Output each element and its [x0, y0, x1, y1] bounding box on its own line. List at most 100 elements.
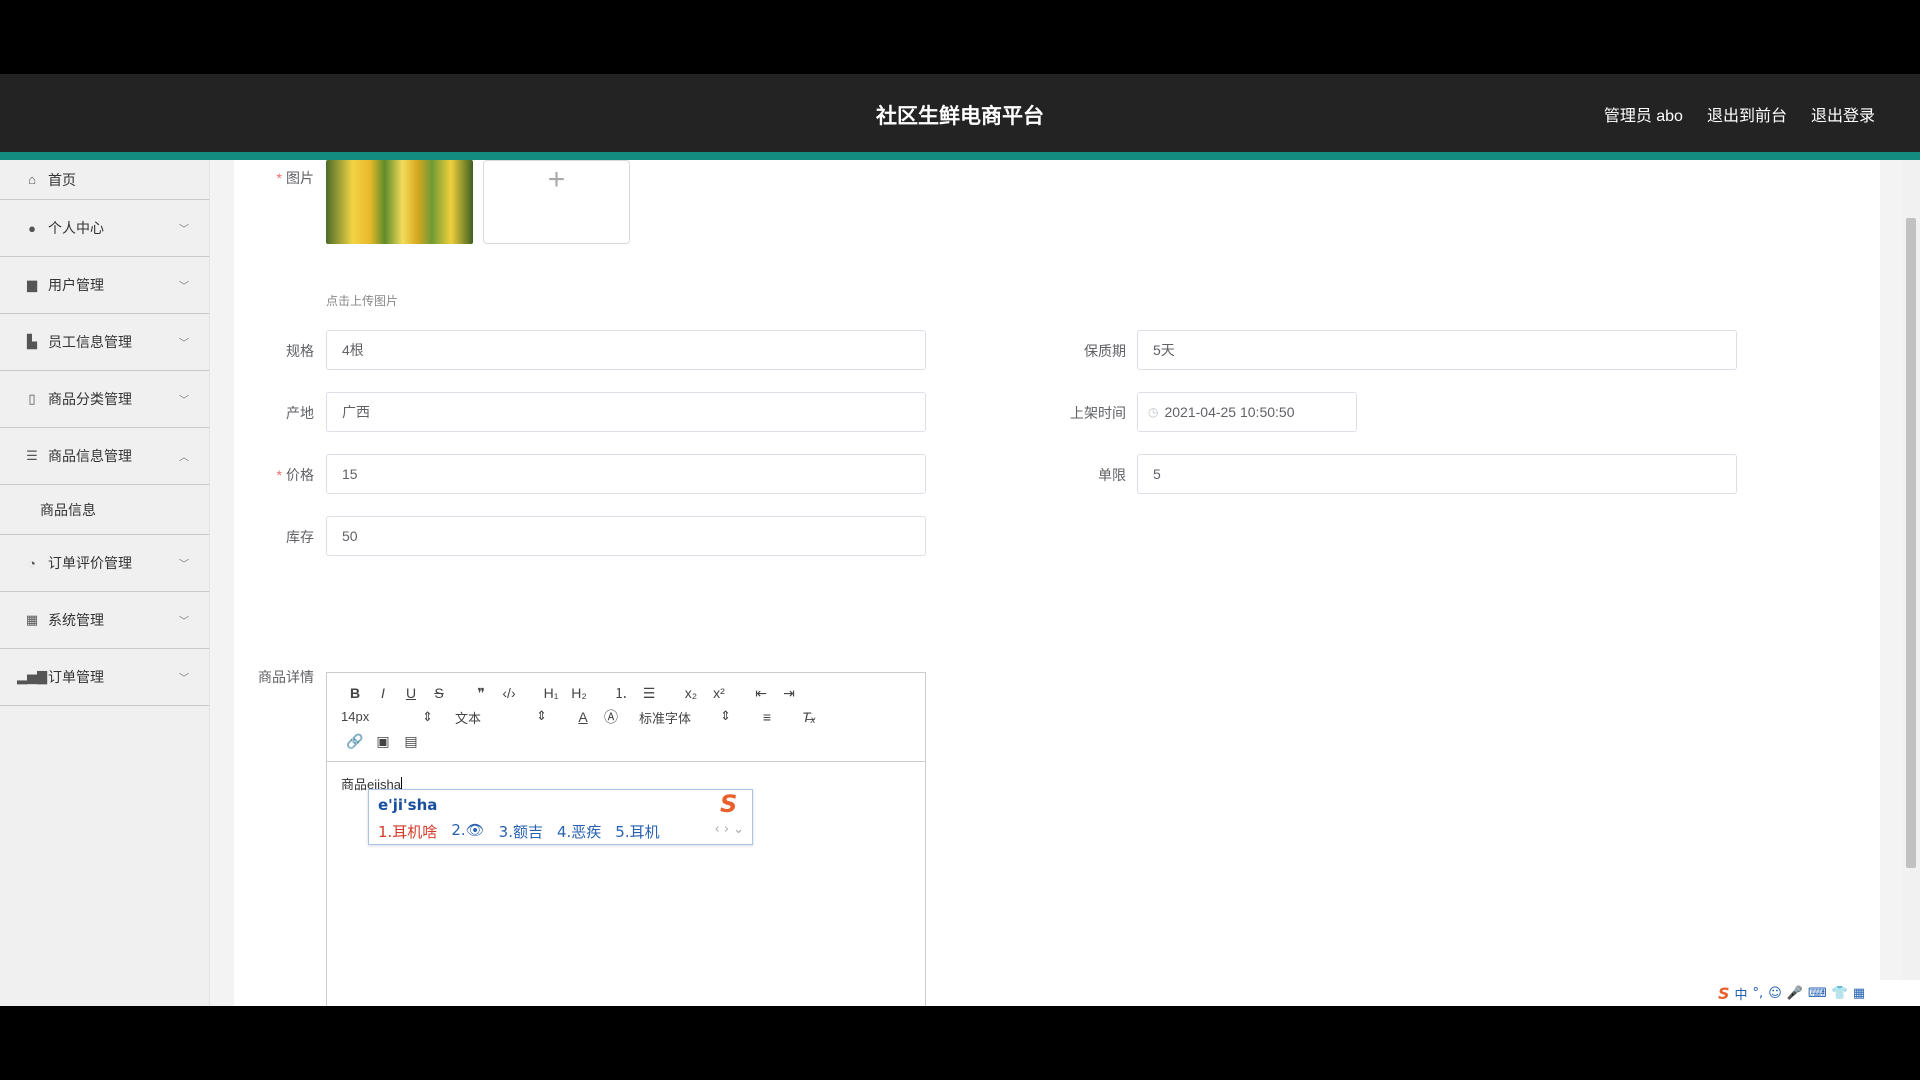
- grid-icon: ▦: [25, 612, 39, 627]
- product-form: * 图片 + 点击上传图片 规格 4根 保质期 5天 产地 广西 上架时间 ◷ 2…: [234, 160, 1880, 1006]
- required-mark: *: [276, 170, 282, 186]
- origin-input[interactable]: 广西: [326, 392, 926, 432]
- spec-label: 规格: [286, 343, 314, 359]
- chevron-down-icon: ﹀: [179, 281, 189, 293]
- sidebar-item-label: 商品分类管理: [48, 391, 132, 407]
- sidebar-item-home[interactable]: ⌂ 首页: [0, 160, 209, 200]
- link-icon[interactable]: 🔗: [341, 733, 369, 750]
- price-label: * 价格: [276, 467, 314, 483]
- sidebar-item-staff-management[interactable]: ▙ 员工信息管理 ﹀: [0, 314, 209, 371]
- bullet-list-icon[interactable]: ☰: [635, 685, 663, 702]
- heading2-icon[interactable]: H₂: [565, 685, 593, 701]
- admin-user-link[interactable]: 管理员 abo: [1604, 102, 1683, 126]
- ime-mode-icon[interactable]: 中: [1735, 984, 1748, 1003]
- app-window: 社区生鲜电商平台 管理员 abo 退出到前台 退出登录 ⌂ 首页 ● 个人中心 …: [0, 74, 1920, 1006]
- heading1-icon[interactable]: H₁: [537, 685, 565, 701]
- required-mark: *: [276, 467, 282, 483]
- chevron-down-icon: ﹀: [179, 559, 189, 571]
- logout-link[interactable]: 退出登录: [1811, 102, 1875, 126]
- sogou-logo-icon: S: [1718, 983, 1730, 1003]
- select-arrows-icon: ⇕: [536, 707, 547, 723]
- accent-bar: [0, 152, 1920, 160]
- listing-time-value: 2021-04-25 10:50:50: [1164, 404, 1295, 420]
- subscript-icon[interactable]: x₂: [677, 685, 705, 701]
- chevron-down-icon: ﹀: [179, 673, 189, 685]
- rating-icon: ◔: [28, 555, 36, 571]
- header-actions: 管理员 abo 退出到前台 退出登录: [1604, 102, 1875, 126]
- sidebar-subitem-product-info[interactable]: 商品信息: [0, 485, 209, 535]
- chevron-down-icon: ﹀: [179, 395, 189, 407]
- sidebar-item-product-management[interactable]: ☰ 商品信息管理 ︿: [0, 428, 209, 485]
- ime-candidate[interactable]: 4.恶疾: [557, 821, 601, 842]
- sidebar-item-order-management[interactable]: ▂▅▇ 订单管理 ﹀: [0, 649, 209, 706]
- stock-label: 库存: [286, 529, 314, 545]
- chevron-up-icon: ︿: [179, 452, 189, 464]
- ime-pinyin: e'ji'sha: [378, 796, 438, 814]
- spec-input[interactable]: 4根: [326, 330, 926, 370]
- listing-time-label: 上架时间: [1070, 405, 1126, 421]
- chevron-down-icon: ﹀: [179, 616, 189, 628]
- sidebar-item-label: 员工信息管理: [48, 334, 132, 350]
- shelf-life-input[interactable]: 5天: [1137, 330, 1737, 370]
- ime-page-nav[interactable]: ‹ › ⌄: [714, 822, 744, 837]
- keyboard-icon[interactable]: ⌨: [1808, 986, 1827, 1001]
- text-color-icon[interactable]: A: [569, 709, 597, 725]
- page-scrollbar[interactable]: [1902, 160, 1920, 1006]
- font-family-select[interactable]: 标准字体 ⇕: [639, 708, 731, 727]
- underline-icon[interactable]: U: [397, 685, 425, 701]
- block-type-select[interactable]: 文本 ⇕: [455, 708, 547, 727]
- limit-label: 单限: [1098, 467, 1126, 483]
- font-size-select[interactable]: 14px ⇕: [341, 709, 433, 725]
- sidebar-item-system[interactable]: ▦ 系统管理 ﹀: [0, 592, 209, 649]
- ime-candidate[interactable]: 2.👁: [451, 821, 484, 842]
- toolbox-icon[interactable]: ▦: [1853, 986, 1865, 1001]
- strikethrough-icon[interactable]: S: [425, 685, 453, 701]
- ordered-list-icon[interactable]: ⒈: [607, 683, 635, 703]
- limit-input[interactable]: 5: [1137, 454, 1737, 494]
- sidebar-item-personal-center[interactable]: ● 个人中心 ﹀: [0, 200, 209, 257]
- exit-to-front-link[interactable]: 退出到前台: [1707, 102, 1787, 126]
- ime-candidate[interactable]: 1.耳机啥: [378, 821, 437, 842]
- bar-chart-icon: ▂▅▇: [17, 669, 47, 684]
- punctuation-icon[interactable]: °,: [1753, 986, 1764, 1001]
- sidebar-item-category-management[interactable]: ▯ 商品分类管理 ﹀: [0, 371, 209, 428]
- ime-candidate[interactable]: 5.耳机: [615, 821, 659, 842]
- sidebar-item-user-management[interactable]: ▆ 用户管理 ﹀: [0, 257, 209, 314]
- listing-time-picker[interactable]: ◷ 2021-04-25 10:50:50: [1137, 392, 1357, 432]
- ime-candidate[interactable]: 3.额吉: [499, 821, 543, 842]
- sidebar-item-label: 首页: [48, 171, 76, 188]
- ime-candidate-window: e'ji'sha S 1.耳机啥 2.👁 3.额吉 4.恶疾 5.耳机 ‹ › …: [368, 789, 753, 845]
- product-image-thumbnail[interactable]: [326, 160, 473, 244]
- list-icon: ☰: [26, 448, 38, 463]
- sogou-logo-icon: S: [720, 790, 738, 818]
- scrollbar-thumb[interactable]: [1906, 218, 1916, 868]
- sidebar-menu: ⌂ 首页 ● 个人中心 ﹀ ▆ 用户管理 ﹀ ▙ 员工信息管理 ﹀ ▯ 商品分类…: [0, 160, 210, 1006]
- bold-icon[interactable]: B: [341, 685, 369, 701]
- image-icon[interactable]: ▣: [369, 733, 397, 750]
- chevron-down-icon: ﹀: [179, 338, 189, 350]
- background-color-icon[interactable]: Ⓐ: [597, 707, 625, 727]
- superscript-icon[interactable]: x²: [705, 685, 733, 701]
- price-input[interactable]: 15: [326, 454, 926, 494]
- code-icon[interactable]: ‹/›: [495, 685, 523, 701]
- sidebar-item-label: 订单评价管理: [48, 555, 132, 571]
- sidebar-item-label: 系统管理: [48, 612, 104, 628]
- clear-format-icon[interactable]: T̶ₓ: [795, 709, 823, 725]
- indent-icon[interactable]: ⇥: [775, 685, 803, 702]
- select-arrows-icon: ⇕: [720, 707, 731, 723]
- stock-input[interactable]: 50: [326, 516, 926, 556]
- skin-icon[interactable]: 👕: [1832, 986, 1848, 1001]
- upload-image-button[interactable]: +: [483, 160, 630, 244]
- image-label: * 图片: [276, 170, 314, 186]
- outdent-icon[interactable]: ⇤: [747, 685, 775, 702]
- sidebar-item-label: 用户管理: [48, 277, 104, 293]
- quote-icon[interactable]: ❞: [467, 685, 495, 702]
- align-icon[interactable]: ≡: [753, 709, 781, 725]
- clock-icon: ◷: [1148, 405, 1159, 419]
- microphone-icon[interactable]: 🎤: [1787, 986, 1803, 1001]
- sidebar-item-label: 个人中心: [48, 220, 104, 236]
- emoji-icon[interactable]: ☺: [1768, 986, 1782, 1001]
- video-icon[interactable]: ▤: [397, 733, 425, 750]
- italic-icon[interactable]: I: [369, 685, 397, 701]
- sidebar-item-order-review[interactable]: ◔ 订单评价管理 ﹀: [0, 535, 209, 592]
